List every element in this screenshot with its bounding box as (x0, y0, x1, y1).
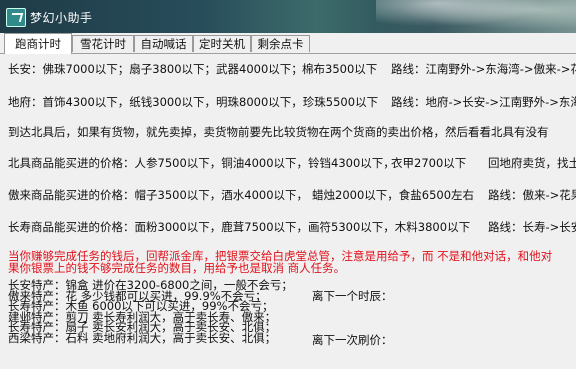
tab-paoshang-timer[interactable]: 跑商计时 (4, 33, 72, 54)
changshou-route: 路线：长寿->长安 (488, 220, 576, 234)
app-icon (6, 8, 26, 27)
changan-route: 路线：江南野外->东海湾->傲来->花果 (391, 62, 576, 76)
next-time-label: 离下一个时辰： (312, 289, 393, 303)
beiju-route: 回地府卖货，找土 (488, 156, 576, 170)
specialty-item: 西梁特产：石料 卖地府利润大，高于卖长安、北俱； (8, 330, 277, 345)
difu-prices: 地府：首饰4300以下，纸钱3000以下，明珠8000以下，珍珠5500以下 (8, 95, 379, 109)
paoshang-panel: 长安：佛珠7000以下；扇子3800以下；武器4000以下； 棉布3500以下 … (0, 54, 576, 369)
tab-bar: 跑商计时 雪花计时 自动喊话 定时关机 剩余点卡 (0, 33, 576, 54)
tab-xuehua-timer[interactable]: 雪花计时 (72, 35, 134, 52)
changan-cloth: 棉布3500以下 (302, 62, 378, 76)
tab-auto-shout[interactable]: 自动喊话 (134, 35, 193, 52)
next-refresh-label: 离下一次刷价： (312, 333, 393, 347)
aolai-extra: 蜡烛2000以下，食盐6500左右 (312, 188, 475, 202)
window-title: 梦幻小助手 (30, 11, 93, 25)
changshou-prices: 长寿商品能买进的价格：面粉3000以下，鹿茸7500以下，画符5300以下，木料… (8, 220, 471, 234)
window-titlebar: 梦幻小助手 (0, 0, 576, 33)
beiju-tip: 到达北具后，如果有货物，就先卖掉，卖货物前要先比较货物在两个货商的卖出价格，然后… (8, 125, 549, 139)
notice-line-2: 果你银票上的钱不够完成任务的数目，用给予也是取消 商人任务。 (8, 261, 346, 275)
changan-prices: 长安：佛珠7000以下；扇子3800以下；武器4000以下； (8, 62, 303, 76)
titlebar-scenery (376, 0, 576, 33)
aolai-route: 路线：傲来->花果 (488, 188, 576, 202)
specialties-list: 长安特产：锦盒 进价在3200-6800之间，一般不会亏； 傲来特产：花 多少钱… (8, 280, 308, 343)
red-notice: 当你赚够完成任务的钱后，回帮派金库，把银票交给白虎堂总管，注意是用给予，而 不是… (8, 250, 576, 274)
beiju-extra: 衣甲2700以下 (391, 156, 467, 170)
difu-route: 路线：地府->长安->江南野外->东海湾 (391, 95, 576, 109)
aolai-prices: 傲来商品能买进的价格：帽子3500以下，酒水4000以下， (8, 188, 309, 202)
tab-remaining-card[interactable]: 剩余点卡 (251, 35, 310, 52)
beiju-prices: 北具商品能买进的价格：人参7500以下，铜油4000以下，铃铛4300以下， (8, 156, 395, 170)
tab-timed-shutdown[interactable]: 定时关机 (193, 35, 251, 52)
